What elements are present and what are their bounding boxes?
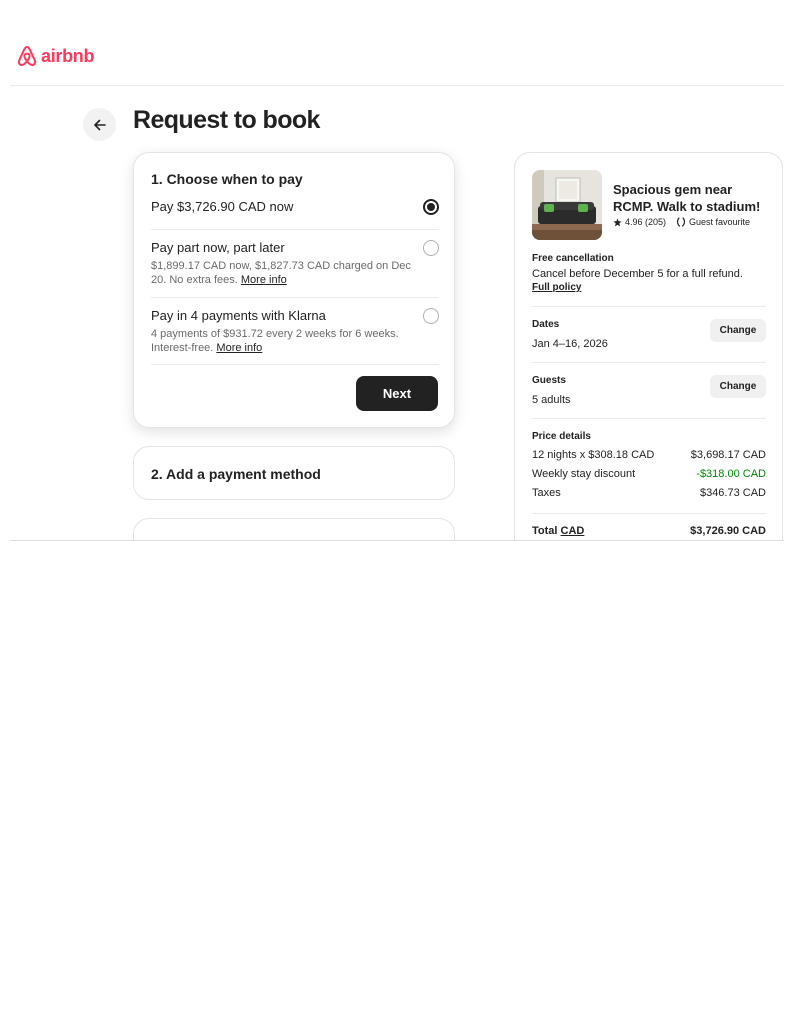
pay-part-later-radio[interactable] [423,240,439,256]
price-row-taxes: Taxes $346.73 CAD [532,487,766,499]
price-row-value: $3,698.17 CAD [690,449,766,461]
klarna-label: Pay in 4 payments with Klarna [151,308,326,323]
step-2-title: 2. Add a payment method [151,466,321,482]
next-step-card[interactable] [133,518,455,540]
total-row: Total CAD $3,726.90 CAD [532,525,766,537]
laurel-icon [676,217,686,227]
airbnb-logo[interactable]: airbnb [16,44,95,68]
guest-favourite-text: Guest favourite [689,217,751,227]
dates-value: Jan 4–16, 2026 [532,338,608,350]
change-guests-button[interactable]: Change [710,375,766,398]
top-header: airbnb [10,0,784,86]
pay-part-later-label: Pay part now, part later [151,240,285,255]
pay-now-option[interactable]: Pay $3,726.90 CAD now [151,199,439,215]
currency-link[interactable]: CAD [561,525,585,537]
divider [151,364,439,365]
divider [151,229,439,230]
more-info-link[interactable]: More info [216,342,262,354]
klarna-text: 4 payments of $931.72 every 2 weeks for … [151,328,399,354]
step-1-title: 1. Choose when to pay [151,171,303,187]
cancellation-text: Cancel before December 5 for a full refu… [532,268,743,280]
price-row-nights: 12 nights x $308.18 CAD $3,698.17 CAD [532,449,766,461]
total-text: Total [532,525,558,537]
total-label: Total CAD [532,525,584,537]
guests-value: 5 adults [532,394,571,406]
klarna-radio[interactable] [423,308,439,324]
total-value: $3,726.90 CAD [690,525,766,537]
price-details-label: Price details [532,431,591,442]
page-title: Request to book [133,106,320,134]
free-cancellation-label: Free cancellation [532,253,614,264]
pay-now-label: Pay $3,726.90 CAD now [151,199,294,214]
price-row-value: -$318.00 CAD [696,468,766,480]
rating-row: 4.96 (205) Guest favourite [613,217,750,227]
divider [532,306,766,307]
divider [532,418,766,419]
divider [151,297,439,298]
booking-summary-card: Spacious gem near RCMP. Walk to stadium!… [514,152,783,540]
next-button[interactable]: Next [356,376,438,411]
add-payment-method-card[interactable]: 2. Add a payment method [133,446,455,500]
pay-part-later-description: $1,899.17 CAD now, $1,827.73 CAD charged… [151,259,421,287]
price-row-label: 12 nights x $308.18 CAD [532,449,655,461]
star-icon [613,217,622,226]
dates-label: Dates [532,319,560,330]
price-row-label: Taxes [532,487,561,499]
choose-when-to-pay-card: 1. Choose when to pay Pay $3,726.90 CAD … [133,152,455,428]
listing-photo [532,170,602,240]
more-info-link[interactable]: More info [241,274,287,286]
price-row-label: Weekly stay discount [532,468,636,480]
listing-title: Spacious gem near RCMP. Walk to stadium! [613,182,761,214]
pay-now-radio[interactable] [423,199,439,215]
airbnb-logo-icon [17,46,37,66]
back-button[interactable] [83,108,116,141]
price-row-discount: Weekly stay discount -$318.00 CAD [532,468,766,480]
divider [532,362,766,363]
living-room-photo [532,170,602,240]
guests-label: Guests [532,375,566,386]
arrow-left-icon [93,119,106,130]
change-dates-button[interactable]: Change [710,319,766,342]
klarna-description: 4 payments of $931.72 every 2 weeks for … [151,327,421,355]
divider [532,513,766,514]
booking-page: airbnb Request to book 1. Choose when to… [10,0,784,541]
pay-part-later-option[interactable]: Pay part now, part later $1,899.17 CAD n… [151,240,439,287]
full-policy-link[interactable]: Full policy [532,282,581,293]
klarna-option[interactable]: Pay in 4 payments with Klarna 4 payments… [151,308,439,355]
logo-text: airbnb [41,45,95,66]
rating-text: 4.96 (205) [625,217,667,227]
price-row-value: $346.73 CAD [699,487,766,499]
